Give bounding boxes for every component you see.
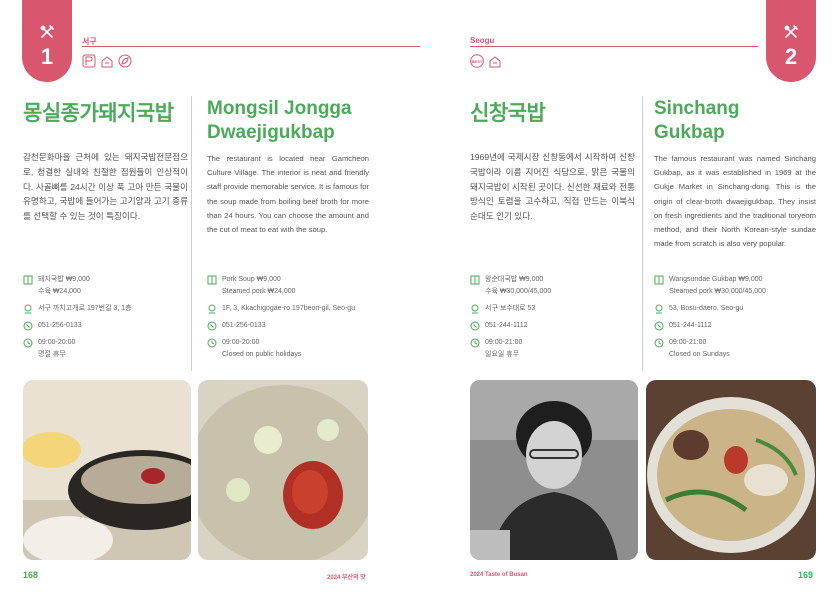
phone-icon: [654, 321, 664, 331]
info-phone: 051-256-0133: [207, 320, 377, 332]
tab-number: 1: [40, 44, 54, 69]
menu-line-1: 왕순대국밥 ₩9,000: [485, 276, 544, 283]
hours-text: 09:00-20:00: [38, 339, 76, 346]
address-text: 53, Bosu-daero, Seo-gu: [669, 305, 744, 312]
group-icon: [101, 56, 113, 68]
info-menu: 돼지국밥 ₩9,000 수육 ₩24,000: [23, 274, 193, 298]
info-hours: 09:00-20:00 Closed on public holidays: [207, 337, 377, 361]
address-text: 서구 보수대로 53: [485, 305, 536, 312]
section-rule: [470, 46, 758, 47]
section-rule: [82, 46, 420, 47]
closed-text: Closed on Sundays: [669, 351, 730, 358]
page-tab-1: 1: [22, 0, 72, 82]
menu-line-1: Pork Soup ₩9,000: [222, 276, 281, 283]
photo-owner-portrait: [470, 380, 638, 560]
group-icon: [489, 56, 501, 68]
best-badge-text: BEST: [472, 59, 483, 64]
hours-text: 09:00-21:00: [485, 339, 523, 346]
menu-line-1: 돼지국밥 ₩9,000: [38, 276, 90, 283]
clock-icon: [207, 338, 217, 348]
page-number: 169: [798, 570, 814, 580]
clock-icon: [654, 338, 664, 348]
closed-text: 일요일 휴무: [485, 351, 520, 358]
hours-text: 09:00-21:00: [669, 339, 707, 346]
menu-line-2: Steamed pork ₩30,000/45,000: [669, 288, 766, 295]
menu-line-2: 수육 ₩30,000/45,000: [485, 288, 552, 295]
info-list-en: Pork Soup ₩9,000 Steamed pork ₩24,000 1F,…: [207, 274, 377, 366]
restaurant-title-ko: 몽실종가돼지국밥: [23, 102, 174, 125]
photo-gukbap-table: [23, 380, 191, 560]
page-number: 168: [23, 570, 39, 580]
footer-title: 2024 부산의 맛: [327, 575, 366, 581]
section-label: Seogu: [470, 36, 495, 45]
best-badge-icon: BEST: [470, 54, 484, 68]
menu-line-1: Wangsundae Gukbap ₩9,000: [669, 276, 763, 283]
right-page: 2 Seogu BEST 신창국밥 Sinchang Gukbap 1969년에…: [420, 0, 840, 596]
photo-sundae-gukbap: [646, 380, 816, 560]
info-phone: 051-256-0133: [23, 320, 193, 332]
menu-book-icon: [23, 275, 33, 285]
restaurant-title-en: Sinchang Gukbap: [654, 98, 740, 143]
description-en: The restaurant is located near Gamcheon …: [207, 154, 369, 235]
info-phone: 051-244-1112: [470, 320, 640, 332]
phone-text: 051-256-0133: [38, 322, 82, 329]
address-text: 1F, 3, Kkachigogae-ro 197beon-gil, Seo-g…: [222, 305, 356, 312]
feature-icons: [82, 54, 132, 68]
info-list-ko: 왕순대국밥 ₩9,000 수육 ₩30,000/45,000 서구 보수대로 53…: [470, 274, 640, 366]
info-address: 서구 보수대로 53: [470, 303, 640, 315]
feature-icons: BEST: [470, 54, 502, 68]
info-menu: Wangsundae Gukbap ₩9,000 Steamed pork ₩30…: [654, 274, 824, 298]
map-pin-icon: [208, 304, 216, 314]
address-text: 서구 까치고개로 197번길 3, 1층: [38, 305, 132, 312]
info-phone: 051-244-1112: [654, 320, 824, 332]
info-address: 서구 까치고개로 197번길 3, 1층: [23, 303, 193, 315]
phone-text: 051-244-1112: [485, 322, 528, 329]
parking-icon: [82, 54, 96, 68]
menu-book-icon: [470, 275, 480, 285]
description-ko: 감천문화마을 근처에 있는 돼지국밥전문점으로, 청결한 실내와 친절한 점원들…: [23, 152, 188, 222]
info-list-ko: 돼지국밥 ₩9,000 수육 ₩24,000 서구 까치고개로 197번길 3, …: [23, 274, 193, 366]
info-hours: 09:00-21:00 Closed on Sundays: [654, 337, 824, 361]
info-menu: 왕순대국밥 ₩9,000 수육 ₩30,000/45,000: [470, 274, 640, 298]
clock-icon: [470, 338, 480, 348]
phone-icon: [470, 321, 480, 331]
tab-number: 2: [784, 44, 798, 69]
menu-line-2: Steamed pork ₩24,000: [222, 288, 296, 295]
clock-icon: [23, 338, 33, 348]
description-en: The famous restaurant was named Sinchang…: [654, 154, 816, 249]
fork-knife-icon: [40, 25, 54, 38]
menu-line-2: 수육 ₩24,000: [38, 288, 81, 295]
info-address: 1F, 3, Kkachigogae-ro 197beon-gil, Seo-g…: [207, 303, 377, 315]
info-menu: Pork Soup ₩9,000 Steamed pork ₩24,000: [207, 274, 377, 298]
footer-title: 2024 Taste of Busan: [470, 572, 528, 578]
phone-icon: [207, 321, 217, 331]
menu-book-icon: [207, 275, 217, 285]
left-page: 1 서구 몽실종가돼지국밥 Mongsil Jongga Dwaejigukba…: [0, 0, 420, 596]
leaf-icon: [118, 54, 132, 68]
phone-text: 051-256-0133: [222, 322, 266, 329]
menu-book-icon: [654, 275, 664, 285]
map-pin-icon: [24, 304, 32, 314]
info-list-en: Wangsundae Gukbap ₩9,000 Steamed pork ₩30…: [654, 274, 824, 366]
map-pin-icon: [655, 304, 663, 314]
fork-knife-icon: [784, 25, 798, 38]
info-hours: 09:00-20:00 명절 휴무: [23, 337, 193, 361]
info-address: 53, Bosu-daero, Seo-gu: [654, 303, 824, 315]
map-pin-icon: [471, 304, 479, 314]
column-divider: [642, 96, 643, 371]
restaurant-title-ko: 신창국밥: [470, 102, 546, 125]
closed-text: 명절 휴무: [38, 351, 66, 358]
phone-icon: [23, 321, 33, 331]
page-tab-2: 2: [766, 0, 816, 82]
phone-text: 051-244-1112: [669, 322, 712, 329]
photo-gukbap-closeup: [198, 380, 368, 560]
closed-text: Closed on public holidays: [222, 351, 302, 358]
description-ko: 1969년에 국제시장 신창동에서 시작하여 신창국밥이라 이름 지어진 식당으…: [470, 152, 635, 222]
restaurant-title-en: Mongsil Jongga Dwaejigukbap: [207, 98, 352, 143]
hours-text: 09:00-20:00: [222, 339, 260, 346]
info-hours: 09:00-21:00 일요일 휴무: [470, 337, 640, 361]
